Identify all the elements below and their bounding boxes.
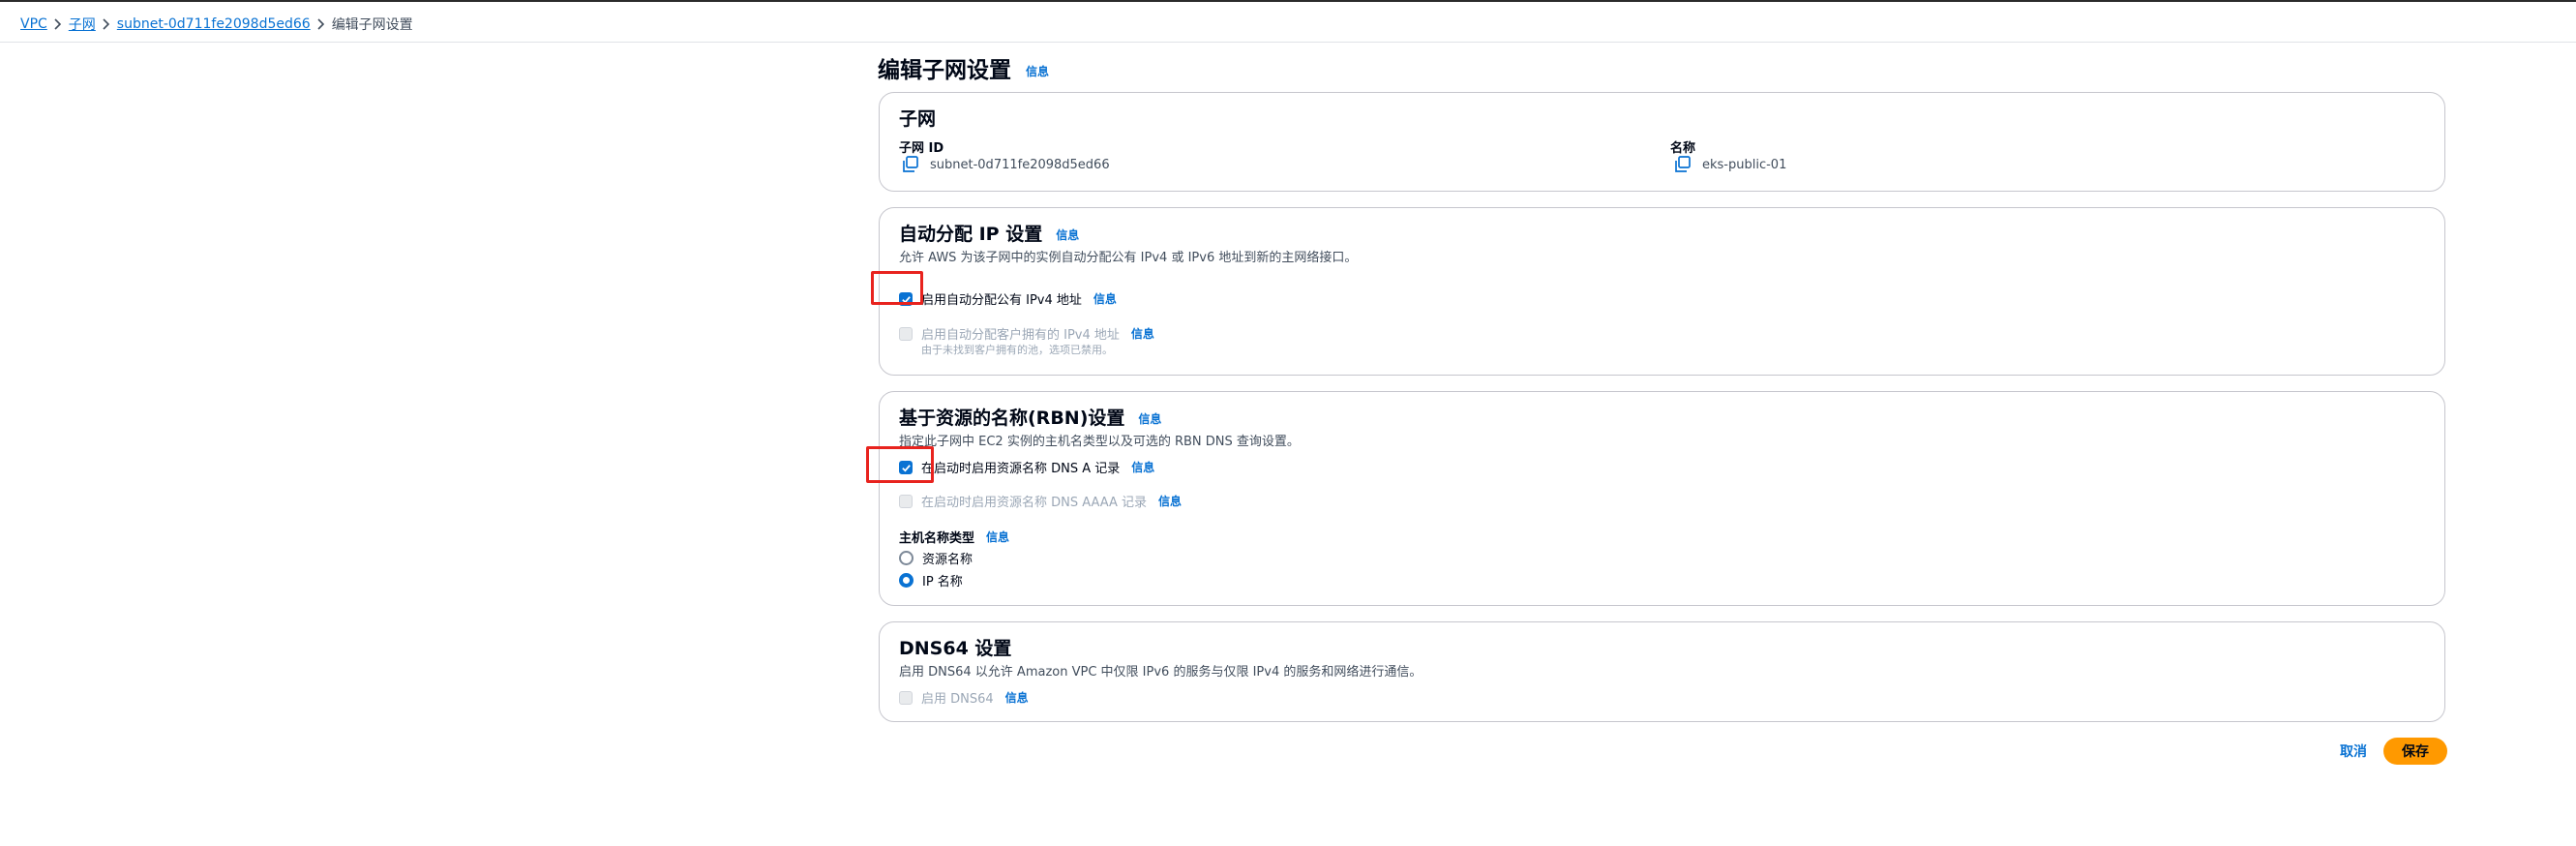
hostname-type-heading: 主机名称类型 信息 [899,528,1009,546]
breadcrumb-subnets[interactable]: 子网 [69,15,96,34]
rbn-card-title: 基于资源的名称(RBN)设置 信息 [899,408,1162,429]
subnet-name-label: 名称 [1670,141,1696,156]
breadcrumb-current: 编辑子网设置 [331,17,413,33]
auto-ip-description: 允许 AWS 为该子网中的实例自动分配公有 IPv4 或 IPv6 地址到新的主… [899,251,1358,265]
resource-name-label[interactable]: 资源名称 [922,549,973,567]
cancel-button[interactable]: 取消 [2340,741,2367,761]
enable-public-ipv4-label[interactable]: 启用自动分配公有 IPv4 地址 [921,289,1082,308]
page-header: 编辑子网设置 信息 [878,51,1049,84]
enable-dns64-label: 启用 DNS64 [921,692,994,707]
auto-ip-card-title: 自动分配 IP 设置 信息 [899,224,1080,245]
page-info-link[interactable]: 信息 [1026,63,1049,79]
dns-a-record-info-link[interactable]: 信息 [1131,459,1154,475]
enable-customer-ipv4-checkbox [899,326,913,341]
auto-ip-card: 自动分配 IP 设置 信息 允许 AWS 为该子网中的实例自动分配公有 IPv4… [879,207,2445,376]
enable-public-ipv4-option: 启用自动分配公有 IPv4 地址 信息 [899,289,1117,308]
page-title: 编辑子网设置 [878,58,1011,83]
dns64-card: DNS64 设置 启用 DNS64 以允许 Amazon VPC 中仅限 IPv… [879,621,2445,722]
enable-dns64-info-link[interactable]: 信息 [1005,689,1029,706]
subnet-id-label: 子网 ID [899,141,944,156]
rbn-card: 基于资源的名称(RBN)设置 信息 指定此子网中 EC2 实例的主机名类型以及可… [879,391,2445,606]
enable-customer-ipv4-info-link[interactable]: 信息 [1131,325,1154,342]
dns-aaaa-record-option: 在启动时启用资源名称 DNS AAAA 记录 信息 [899,492,1182,510]
resource-name-radio[interactable] [899,551,914,565]
customer-ipv4-disabled-note: 由于未找到客户拥有的池，选项已禁用。 [921,344,1113,356]
highlight-box-dns-a-record [866,446,934,483]
subnet-id-value-row: subnet-0d711fe2098d5ed66 [901,156,1110,173]
dns64-card-title: DNS64 设置 [899,638,1012,659]
hostname-type-label: 主机名称类型 [899,531,975,546]
auto-ip-info-link[interactable]: 信息 [1056,227,1079,243]
breadcrumb-bar: VPC 子网 subnet-0d711fe2098d5ed66 编辑子网设置 [0,2,2576,43]
save-button[interactable]: 保存 [2383,738,2447,765]
copy-icon[interactable] [901,156,920,173]
subnet-card-title: 子网 [899,108,937,130]
enable-dns64-option: 启用 DNS64 信息 [899,688,1029,707]
hostname-type-info-link[interactable]: 信息 [986,529,1009,545]
rbn-description: 指定此子网中 EC2 实例的主机名类型以及可选的 RBN DNS 查询设置。 [899,435,1300,449]
dns-a-record-option: 在启动时启用资源名称 DNS A 记录 信息 [899,458,1154,476]
ip-name-label[interactable]: IP 名称 [922,571,963,589]
dns-a-record-label[interactable]: 在启动时启用资源名称 DNS A 记录 [921,458,1120,476]
chevron-right-icon [96,15,117,34]
subnet-name-value: eks-public-01 [1702,157,1787,172]
hostname-option-resource-name: 资源名称 [899,549,973,567]
enable-dns64-checkbox [899,690,913,705]
highlight-box-public-ipv4 [871,271,923,305]
dns-aaaa-record-label: 在启动时启用资源名称 DNS AAAA 记录 [921,496,1148,510]
enable-customer-ipv4-option: 启用自动分配客户拥有的 IPv4 地址 信息 [899,324,1154,343]
dns64-description: 启用 DNS64 以允许 Amazon VPC 中仅限 IPv6 的服务与仅限 … [899,665,1423,680]
subnet-id-value: subnet-0d711fe2098d5ed66 [930,157,1110,172]
enable-public-ipv4-info-link[interactable]: 信息 [1093,290,1117,307]
dns-aaaa-record-checkbox [899,494,913,508]
subnet-card: 子网 子网 ID subnet-0d711fe2098d5ed66 名称 eks… [879,92,2445,192]
rbn-info-link[interactable]: 信息 [1138,410,1161,427]
dns-aaaa-record-info-link[interactable]: 信息 [1158,493,1182,509]
subnet-name-value-row: eks-public-01 [1673,156,1786,173]
hostname-option-ip-name: IP 名称 [899,571,963,589]
breadcrumb: VPC 子网 subnet-0d711fe2098d5ed66 编辑子网设置 [20,15,413,34]
breadcrumb-vpc[interactable]: VPC [20,16,47,32]
ip-name-radio[interactable] [899,573,914,588]
breadcrumb-subnet-id[interactable]: subnet-0d711fe2098d5ed66 [117,16,311,32]
enable-customer-ipv4-label: 启用自动分配客户拥有的 IPv4 地址 [921,328,1120,343]
copy-icon[interactable] [1673,156,1692,173]
chevron-right-icon [47,15,69,34]
chevron-right-icon [311,15,332,34]
